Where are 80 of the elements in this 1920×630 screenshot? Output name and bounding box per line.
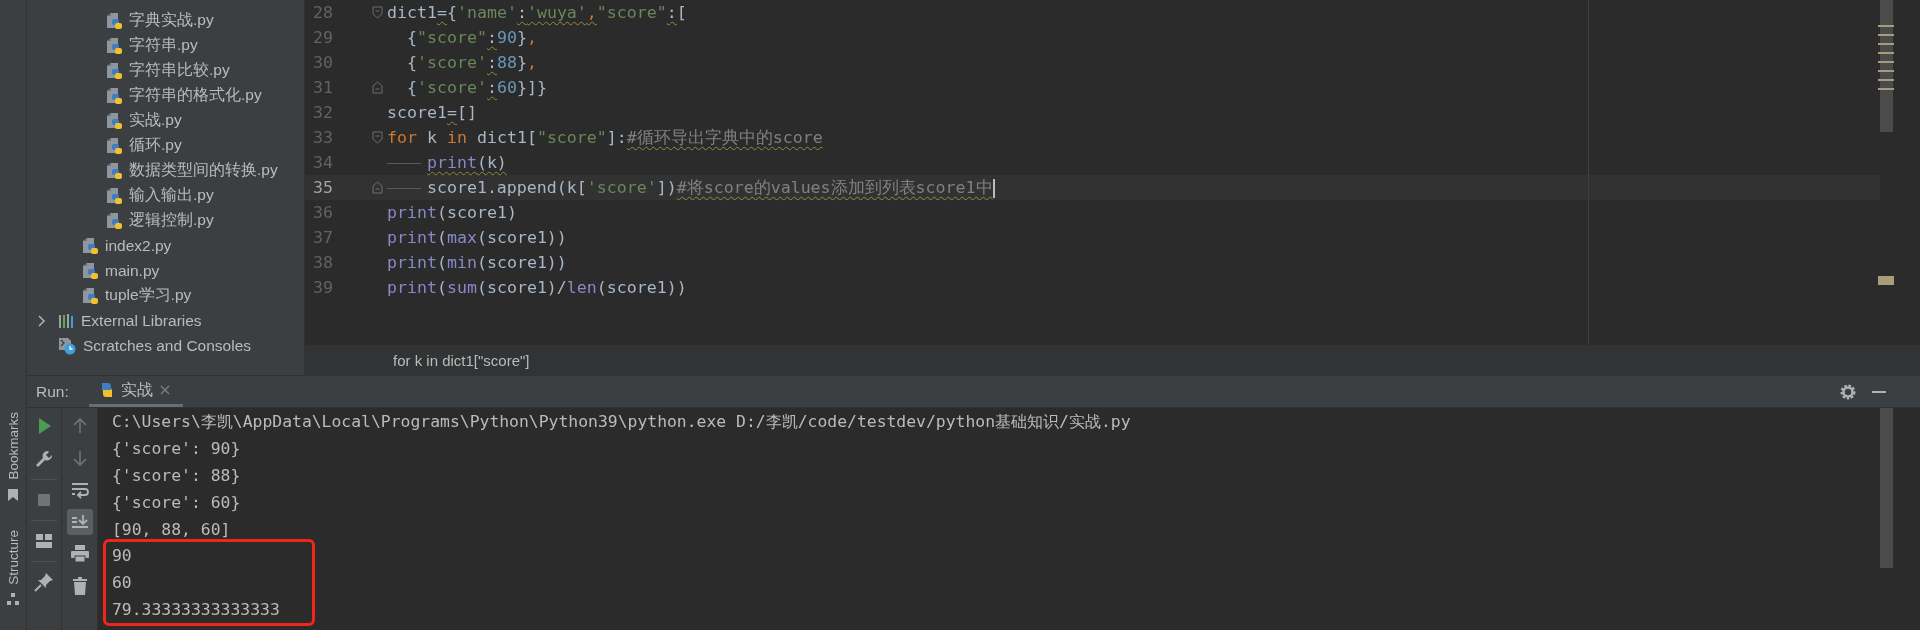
console-line: C:\Users\李凯\AppData\Local\Programs\Python\Python39\python.exe D:/李凯/code/testdev/python基础知识/实战.py [111, 411, 1132, 433]
code-line: score1.append(k['score'])#将score的values添加到列表score1中 [387, 176, 995, 199]
tree-item[interactable]: 字符串.py [129, 35, 198, 56]
warning-mark [1878, 276, 1894, 285]
code-line: print(max(score1)) [387, 228, 567, 247]
tree-item[interactable]: 输入输出.py [129, 185, 214, 206]
python-file-icon [106, 111, 122, 130]
tree-item[interactable]: 字符串的格式化.py [129, 85, 262, 106]
tool-window-tab[interactable]: Bookmarks [5, 412, 21, 480]
bookmark-icon[interactable] [7, 487, 19, 502]
code-line: dict1={'name':'wuya',"score":[ [387, 3, 687, 22]
line-number: 39 [312, 278, 333, 297]
console-line: 60 [111, 572, 133, 594]
warning-mark [1878, 61, 1894, 63]
code-line: for k in dict1["score"]:#循环导出字典中的score [387, 126, 823, 149]
code-line: score1=[] [387, 103, 477, 122]
tree-item[interactable]: 数据类型间的转换.py [129, 160, 278, 181]
library-icon [58, 312, 74, 329]
breadcrumb[interactable]: for k in dict1["score"] [393, 352, 530, 369]
python-file-icon [106, 186, 122, 205]
tree-item[interactable]: Scratches and Consoles [83, 336, 251, 355]
line-number: 28 [312, 3, 333, 22]
code-line: print(sum(score1)/len(score1)) [387, 278, 687, 297]
scrollbar[interactable] [1880, 408, 1893, 568]
code-line: {'score':88}, [405, 53, 537, 72]
python-file-icon [106, 61, 122, 80]
line-number: 37 [312, 228, 333, 247]
line-number: 29 [312, 28, 333, 47]
tree-item[interactable]: 逻辑控制.py [129, 210, 214, 231]
python-file-icon [82, 286, 98, 305]
structure-icon[interactable] [6, 592, 20, 607]
tree-item[interactable]: index2.py [105, 236, 172, 255]
python-file-icon [106, 11, 122, 30]
console-line: 79.33333333333333 [111, 599, 281, 621]
tree-item[interactable]: 实战.py [129, 110, 182, 131]
scroll-to-end-icon[interactable] [66, 509, 93, 535]
code-line: print(k) [387, 153, 507, 172]
code-line: {"score":90}, [405, 28, 537, 47]
console-line: [90, 88, 60] [111, 519, 232, 541]
code-line: {'score':60}]} [405, 78, 547, 97]
line-number: 31 [312, 78, 333, 97]
panel-title: Run: [36, 382, 69, 401]
warning-mark [1878, 34, 1894, 36]
python-file-icon [106, 161, 122, 180]
chevron-right-icon[interactable] [36, 314, 46, 327]
line-number: 30 [312, 53, 333, 72]
line-number: 32 [312, 103, 333, 122]
warning-mark [1878, 43, 1894, 45]
line-number: 36 [312, 203, 333, 222]
tree-item[interactable]: 字符串比较.py [129, 60, 230, 81]
code-line: print(min(score1)) [387, 253, 567, 272]
tree-item[interactable]: External Libraries [81, 311, 202, 330]
python-file-icon [106, 86, 122, 105]
python-file-icon [106, 36, 122, 55]
tree-item[interactable]: 字典实战.py [129, 10, 214, 31]
line-number: 38 [312, 253, 333, 272]
python-file-icon [106, 136, 122, 155]
warning-mark [1878, 70, 1894, 72]
console-line: {'score': 60} [111, 492, 242, 514]
python-file-icon [82, 236, 98, 255]
warning-mark [1878, 88, 1894, 90]
line-number: 35 [312, 178, 333, 197]
tree-item[interactable]: tuple学习.py [105, 285, 192, 306]
python-file-icon [82, 261, 98, 280]
tree-item[interactable]: 循环.py [129, 135, 182, 156]
line-number: 33 [312, 128, 333, 147]
warning-mark [1878, 25, 1894, 27]
warning-mark [1878, 52, 1894, 54]
console-line: {'score': 88} [111, 465, 242, 487]
line-number: 34 [312, 153, 333, 172]
console-line: 90 [111, 545, 133, 567]
code-line: print(score1) [387, 203, 517, 222]
document-clock-icon [58, 336, 76, 355]
close-icon[interactable] [158, 384, 171, 396]
tree-item[interactable]: main.py [105, 261, 160, 280]
warning-mark [1878, 79, 1894, 81]
console-line: {'score': 90} [111, 438, 242, 460]
settings-icon[interactable] [1839, 382, 1857, 401]
tool-window-tab[interactable]: Structure [5, 529, 21, 585]
python-file-icon [106, 211, 122, 230]
